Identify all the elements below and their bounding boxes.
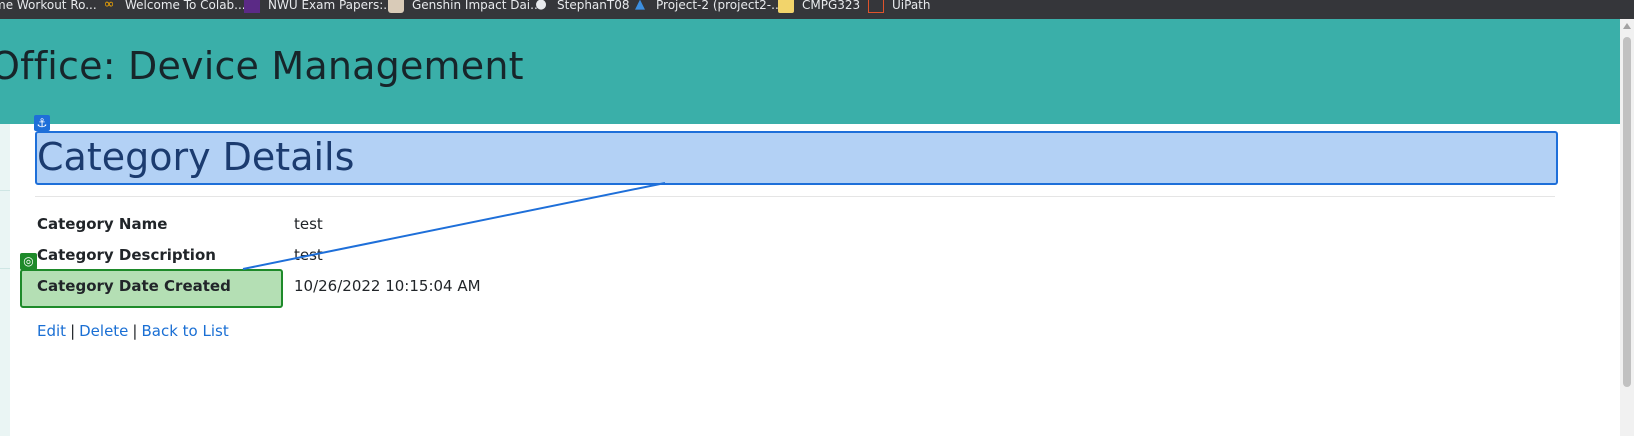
bookmark-label: NWU Exam Papers:... <box>268 0 395 12</box>
link-separator: | <box>70 322 76 340</box>
left-edge-divider <box>0 268 10 269</box>
detail-label-category-date-created: Category Date Created <box>37 277 231 295</box>
bookmark-label: Welcome To Colab... <box>125 0 246 12</box>
bookmark-workout[interactable]: me Workout Ro... <box>0 0 97 14</box>
bookmark-label: CMPG323 <box>802 0 861 12</box>
detail-value-category-name: test <box>294 215 323 233</box>
link-separator: | <box>132 322 138 340</box>
left-edge-divider <box>0 190 10 191</box>
bookmark-label: Genshin Impact Dai... <box>412 0 542 12</box>
bookmark-uipath[interactable]: UiPath <box>868 0 930 14</box>
azure-icon: ▲ <box>635 0 645 12</box>
bookmark-genshin[interactable]: Genshin Impact Dai... <box>388 0 542 14</box>
heading-divider <box>35 196 1555 197</box>
delete-link[interactable]: Delete <box>79 322 128 340</box>
left-edge-panel <box>0 124 10 436</box>
target-icon: ◎ <box>20 253 37 270</box>
bookmarks-bar: me Workout Ro... ∞ Welcome To Colab... N… <box>0 0 1634 19</box>
back-to-list-link[interactable]: Back to List <box>141 322 228 340</box>
bookmark-colab[interactable]: ∞ Welcome To Colab... <box>101 0 246 14</box>
scroll-up-arrow-icon[interactable] <box>1623 23 1631 29</box>
bookmark-azure[interactable]: ▲ Project-2 (project2-... <box>632 0 783 14</box>
bookmark-label: Project-2 (project2-... <box>656 0 783 12</box>
app-header: Office: Device Management <box>0 19 1620 124</box>
folder-icon <box>778 0 794 13</box>
scroll-thumb[interactable] <box>1623 37 1631 387</box>
page-scrollbar[interactable] <box>1620 19 1634 436</box>
detail-label-category-description: Category Description <box>37 246 216 264</box>
detail-value-category-description: test <box>294 246 323 264</box>
app-title: Office: Device Management <box>0 44 524 88</box>
genshin-icon <box>388 0 404 13</box>
edit-link[interactable]: Edit <box>37 322 66 340</box>
uipath-icon <box>868 0 884 13</box>
bookmark-nwu[interactable]: NWU Exam Papers:... <box>244 0 395 14</box>
action-links: Edit | Delete | Back to List <box>37 322 229 340</box>
bookmark-label: me Workout Ro... <box>0 0 97 12</box>
colab-icon: ∞ <box>103 0 115 12</box>
detail-label-category-name: Category Name <box>37 215 168 233</box>
bookmark-label: StephanT08 <box>557 0 630 12</box>
nwu-icon <box>244 0 260 13</box>
detail-value-category-date-created: 10/26/2022 10:15:04 AM <box>294 277 481 295</box>
bookmark-cmpg323[interactable]: CMPG323 <box>778 0 860 14</box>
github-icon: ● <box>535 0 547 12</box>
anchor-icon: ⚓ <box>34 115 50 131</box>
bookmark-github[interactable]: ● StephanT08 <box>533 0 630 14</box>
bookmark-label: UiPath <box>892 0 931 12</box>
page-heading: Category Details <box>37 135 355 179</box>
